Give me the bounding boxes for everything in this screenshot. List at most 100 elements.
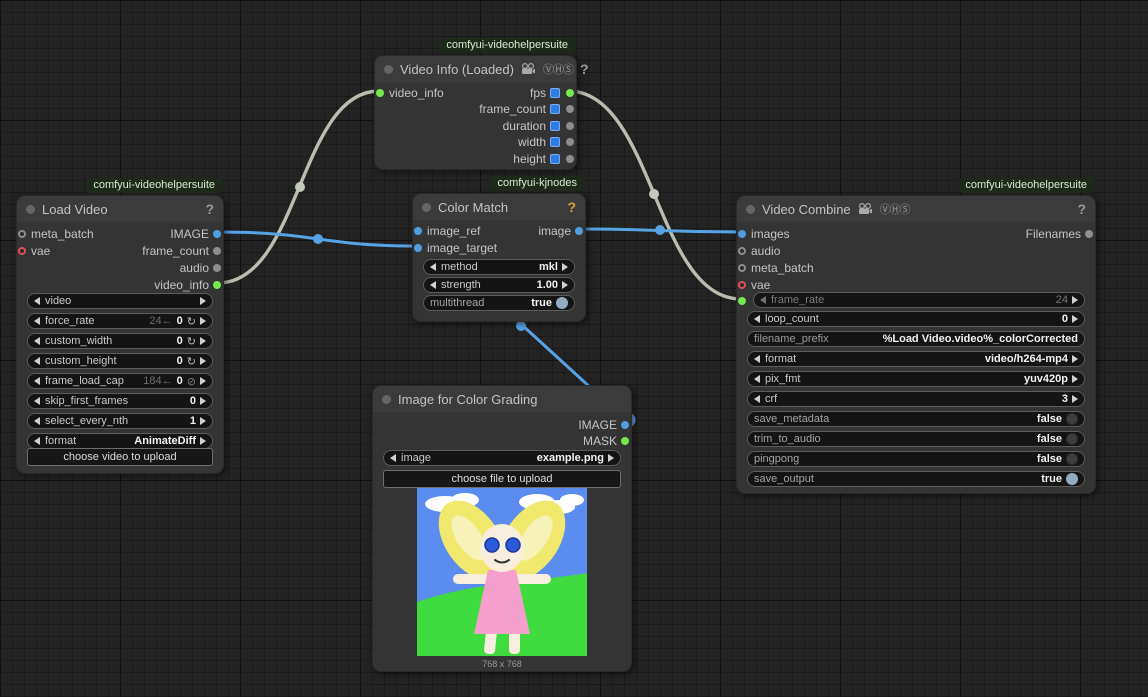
node-image-for-color-grading[interactable]: Image for Color Grading IMAGE MASK image… — [372, 385, 632, 672]
help-icon[interactable]: ? — [580, 61, 589, 77]
link-image-ref-center-dot[interactable] — [516, 321, 526, 331]
increment-arrow-icon[interactable] — [200, 317, 206, 325]
combo-right-arrow-icon[interactable] — [200, 437, 206, 445]
increment-arrow-icon[interactable] — [562, 281, 568, 289]
node-title-bar[interactable]: Image for Color Grading — [373, 386, 631, 412]
help-icon[interactable]: ? — [567, 199, 576, 215]
help-icon[interactable]: ? — [205, 201, 214, 217]
reset-icon[interactable]: ↻ — [187, 355, 196, 368]
combo-left-arrow-icon[interactable] — [754, 375, 760, 383]
input-slot-meta-batch[interactable] — [738, 263, 746, 272]
widget-filename-prefix[interactable]: filename_prefix %Load Video.video%_color… — [747, 331, 1085, 347]
widget-trim-to-audio-toggle[interactable]: trim_to_audio false — [747, 431, 1085, 447]
increment-arrow-icon[interactable] — [200, 397, 206, 405]
decrement-arrow-icon[interactable] — [34, 377, 40, 385]
increment-arrow-icon[interactable] — [1072, 296, 1078, 304]
decrement-arrow-icon[interactable] — [34, 397, 40, 405]
help-icon[interactable]: ? — [1077, 201, 1086, 217]
widget-pingpong-toggle[interactable]: pingpong false — [747, 451, 1085, 467]
input-slot-video-info[interactable] — [376, 88, 384, 97]
toggle-off-icon[interactable] — [1066, 413, 1078, 425]
toggle-on-icon[interactable] — [1066, 473, 1078, 485]
output-slot-fps[interactable] — [566, 88, 574, 97]
choose-video-button[interactable]: choose video to upload — [27, 448, 213, 466]
node-title-bar[interactable]: Color Match ? — [413, 194, 585, 220]
widget-video[interactable]: video — [27, 293, 213, 309]
node-title-bar[interactable]: Load Video ? — [17, 196, 223, 222]
reset-icon[interactable]: ↻ — [187, 335, 196, 348]
increment-arrow-icon[interactable] — [200, 377, 206, 385]
combo-right-arrow-icon[interactable] — [200, 297, 206, 305]
convert-widget-square-icon[interactable] — [550, 120, 560, 131]
input-slot-audio[interactable] — [738, 246, 746, 255]
widget-crf[interactable]: crf 3 — [747, 391, 1085, 407]
widget-loop-count[interactable]: loop_count 0 — [747, 311, 1085, 327]
convert-widget-square-icon[interactable] — [550, 137, 560, 147]
output-slot-audio[interactable] — [213, 263, 221, 272]
widget-image[interactable]: image example.png — [383, 450, 621, 466]
decrement-arrow-icon[interactable] — [34, 417, 40, 425]
output-slot-duration[interactable] — [566, 121, 574, 130]
toggle-off-icon[interactable] — [1066, 453, 1078, 465]
reset-icon[interactable]: ↻ — [187, 315, 196, 328]
combo-left-arrow-icon[interactable] — [754, 355, 760, 363]
collapse-dot-icon[interactable] — [382, 394, 391, 404]
decrement-arrow-icon[interactable] — [754, 315, 760, 323]
node-load-video[interactable]: comfyui-videohelpersuite Load Video ? me… — [16, 178, 224, 474]
decrement-arrow-icon[interactable] — [754, 395, 760, 403]
choose-file-button[interactable]: choose file to upload — [383, 470, 621, 488]
decrement-arrow-icon[interactable] — [34, 317, 40, 325]
input-slot-frame-rate[interactable] — [738, 296, 746, 305]
widget-force-rate[interactable]: force_rate 24← 0 ↻ — [27, 313, 213, 329]
combo-right-arrow-icon[interactable] — [608, 454, 614, 462]
convert-widget-square-icon[interactable] — [550, 153, 560, 164]
output-slot-height[interactable] — [566, 154, 574, 163]
input-slot-image-target[interactable] — [414, 243, 422, 252]
convert-widget-square-icon[interactable] — [550, 87, 560, 98]
output-slot-filenames[interactable] — [1085, 229, 1093, 238]
output-slot-mask[interactable] — [621, 436, 629, 445]
collapse-dot-icon[interactable] — [422, 202, 431, 212]
convert-widget-square-icon[interactable] — [550, 104, 560, 114]
input-slot-images[interactable] — [738, 229, 746, 238]
link-fps-center-dot[interactable] — [649, 189, 659, 199]
widget-custom-width[interactable]: custom_width 0 ↻ — [27, 333, 213, 349]
output-slot-video-info[interactable] — [213, 280, 221, 289]
increment-arrow-icon[interactable] — [1072, 395, 1078, 403]
combo-left-arrow-icon[interactable] — [34, 297, 40, 305]
collapse-dot-icon[interactable] — [746, 204, 755, 214]
output-slot-image[interactable] — [575, 226, 583, 235]
link-videoinfo-center-dot[interactable] — [295, 182, 305, 192]
link-image-target-center-dot[interactable] — [313, 234, 323, 244]
increment-arrow-icon[interactable] — [200, 357, 206, 365]
decrement-arrow-icon[interactable] — [760, 296, 766, 304]
toggle-off-icon[interactable] — [1066, 433, 1078, 445]
widget-frame-load-cap[interactable]: frame_load_cap 184← 0 ⊘ — [27, 373, 213, 389]
node-video-info[interactable]: comfyui-videohelpersuite Video Info (Loa… — [374, 38, 589, 170]
collapse-dot-icon[interactable] — [384, 64, 393, 74]
increment-arrow-icon[interactable] — [200, 337, 206, 345]
increment-arrow-icon[interactable] — [200, 417, 206, 425]
widget-format[interactable]: format video/h264-mp4 — [747, 351, 1085, 367]
output-slot-frame-count[interactable] — [213, 246, 221, 255]
combo-right-arrow-icon[interactable] — [1072, 375, 1078, 383]
output-slot-frame-count[interactable] — [566, 105, 574, 113]
widget-format[interactable]: format AnimateDiff — [27, 433, 213, 449]
node-graph-canvas[interactable]: { "colors": { "link_image": "#58a3e4", "… — [0, 0, 1148, 697]
widget-skip-first-frames[interactable]: skip_first_frames 0 — [27, 393, 213, 409]
widget-custom-height[interactable]: custom_height 0 ↻ — [27, 353, 213, 369]
decrement-arrow-icon[interactable] — [430, 281, 436, 289]
combo-left-arrow-icon[interactable] — [390, 454, 396, 462]
collapse-dot-icon[interactable] — [26, 204, 35, 214]
node-title-bar[interactable]: Video Combine ⓋⒽⓈ ? — [737, 196, 1095, 222]
link-image-images-center-dot[interactable] — [655, 225, 665, 235]
widget-pix-fmt[interactable]: pix_fmt yuv420p — [747, 371, 1085, 387]
input-slot-image-ref[interactable] — [414, 226, 422, 235]
widget-strength[interactable]: strength 1.00 — [423, 277, 575, 293]
widget-method[interactable]: method mkl — [423, 259, 575, 275]
node-video-combine[interactable]: comfyui-videohelpersuite Video Combine Ⓥ… — [736, 178, 1096, 494]
output-slot-image[interactable] — [621, 420, 629, 429]
combo-right-arrow-icon[interactable] — [562, 263, 568, 271]
input-slot-vae[interactable] — [18, 246, 26, 255]
decrement-arrow-icon[interactable] — [34, 357, 40, 365]
